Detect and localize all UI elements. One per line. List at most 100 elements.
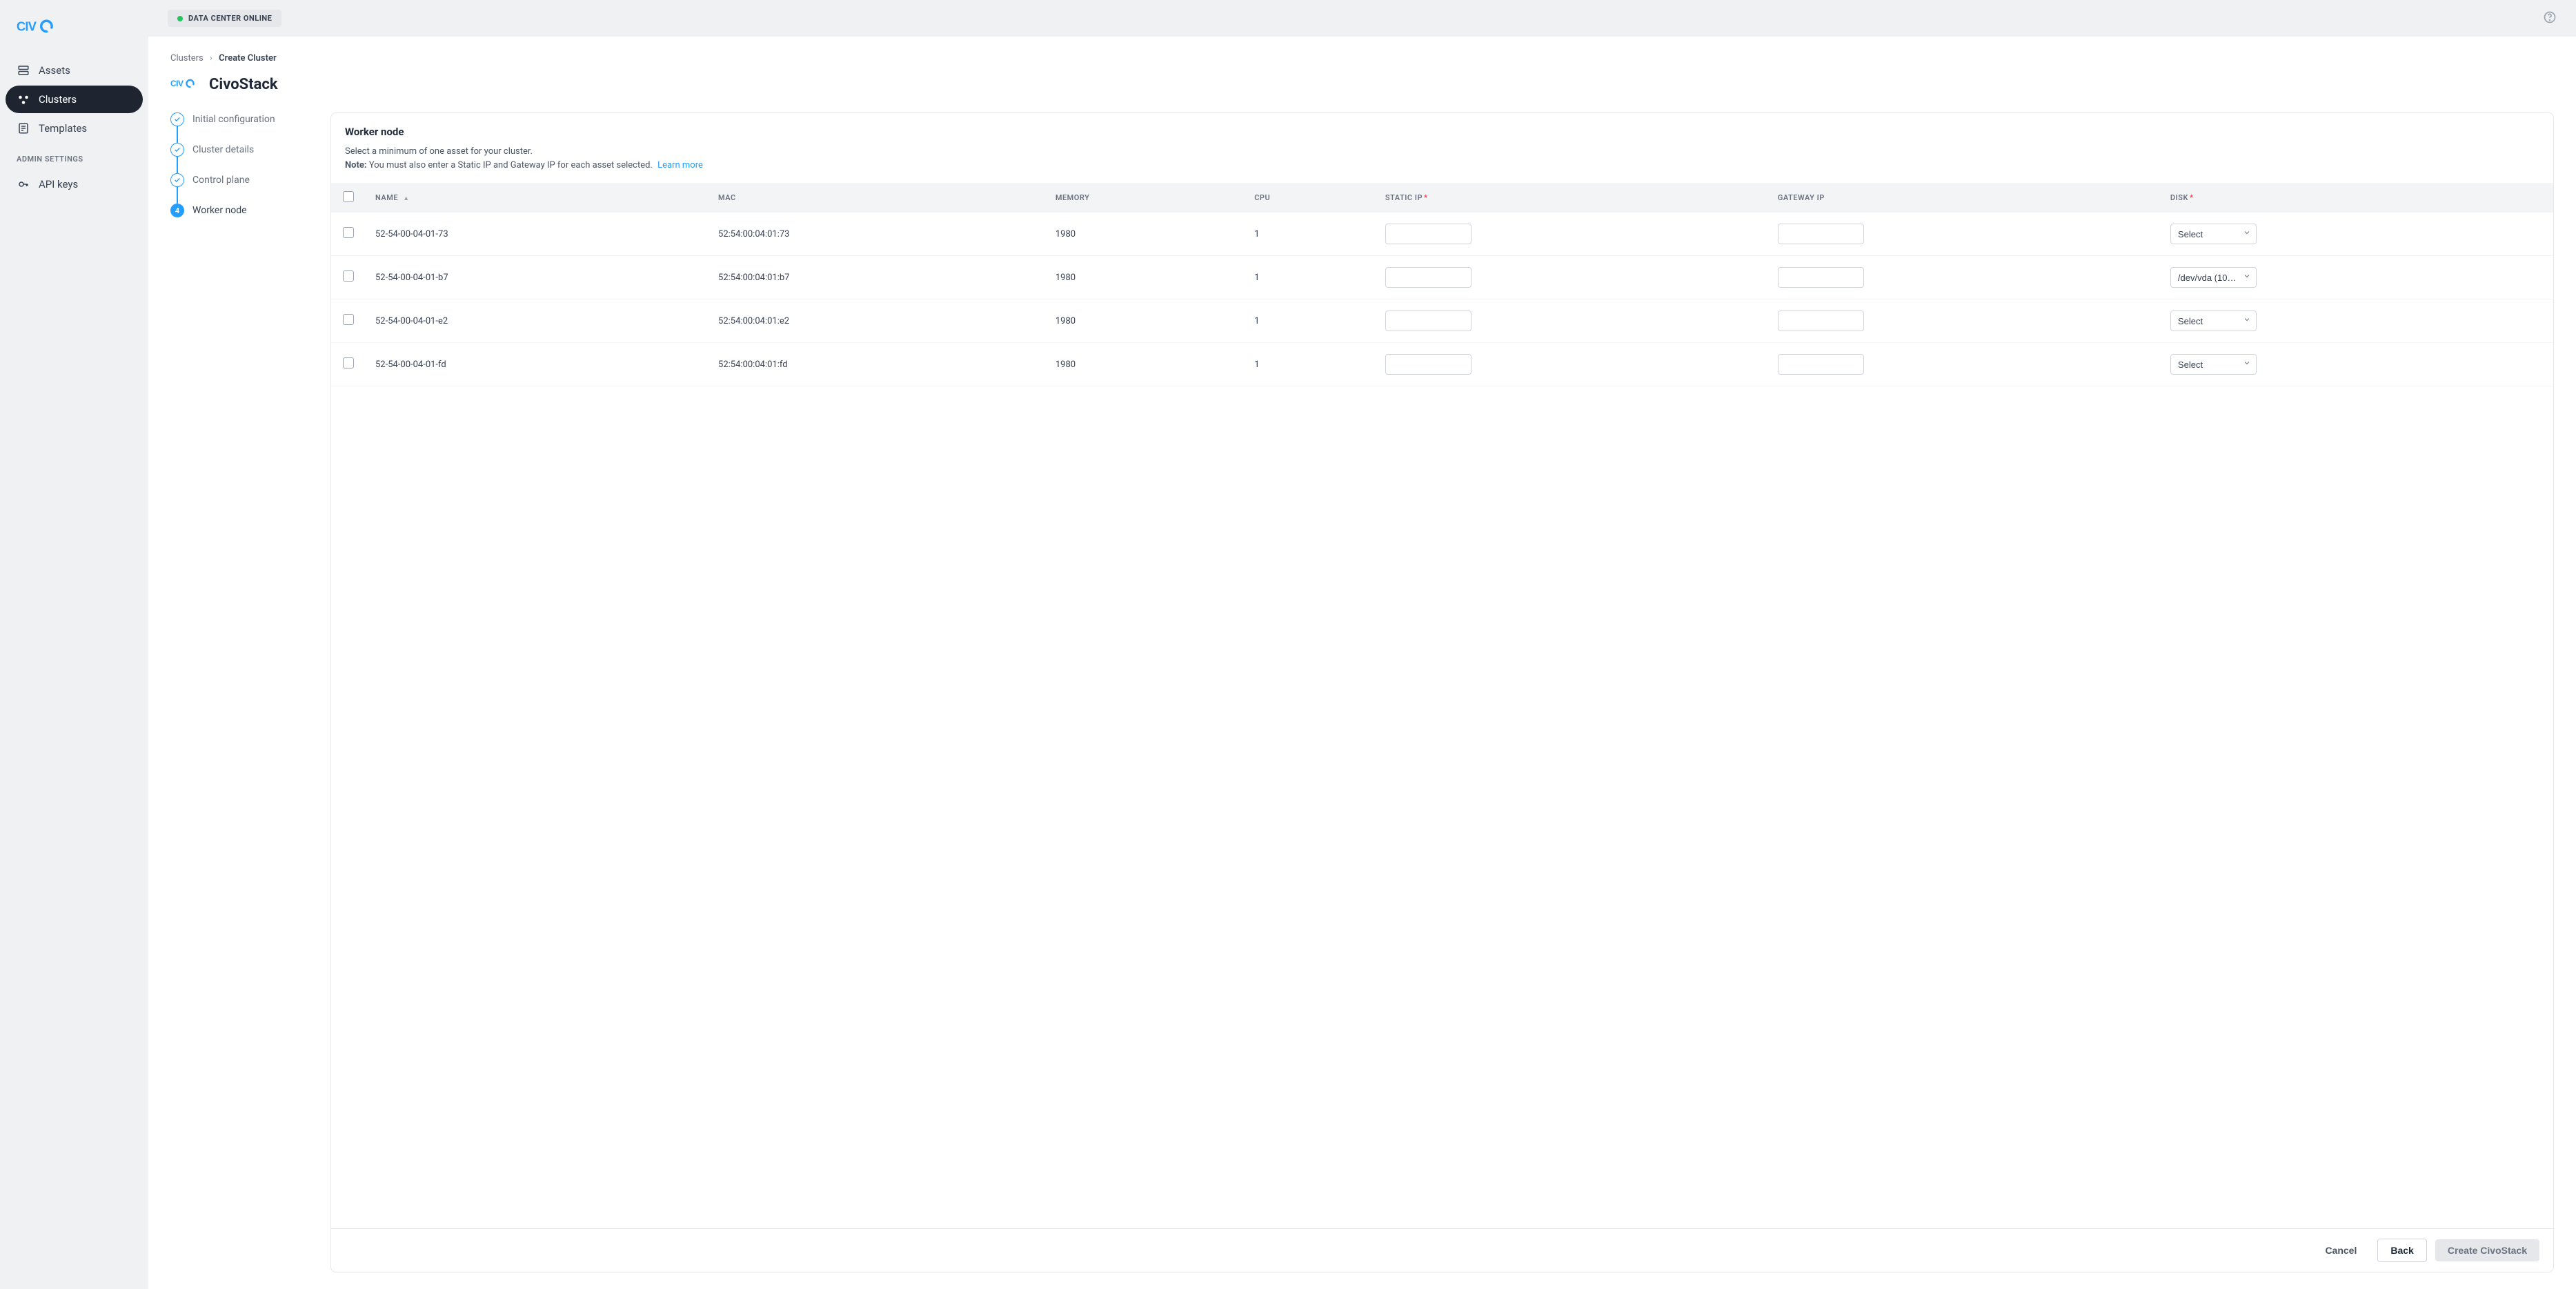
status-dot-icon: [177, 16, 183, 21]
step-connector: [177, 157, 178, 173]
worker-node-table: NAME ▲ MAC MEMORY CPU STATIC IP* GATEWAY…: [331, 183, 2553, 386]
panel-desc-line2: You must also enter a Static IP and Gate…: [369, 160, 653, 170]
table-row: 52-54-00-04-01-b7 52:54:00:04:01:b7 1980…: [331, 256, 2553, 299]
breadcrumb-current: Create Cluster: [219, 53, 276, 63]
sidebar-item-clusters[interactable]: Clusters: [6, 86, 143, 113]
admin-settings-label: ADMIN SETTINGS: [0, 144, 148, 169]
col-header-name[interactable]: NAME ▲: [366, 183, 709, 213]
panel: Worker node Select a minimum of one asse…: [330, 112, 2554, 1272]
key-icon: [17, 177, 30, 191]
step-control-plane[interactable]: Control plane: [170, 173, 308, 187]
cell-name: 52-54-00-04-01-fd: [366, 343, 709, 386]
templates-icon: [17, 121, 30, 135]
panel-title: Worker node: [345, 126, 2539, 138]
panel-footer: Cancel Back Create CivoStack: [331, 1228, 2553, 1272]
sidebar-item-label: API keys: [39, 178, 78, 190]
note-label: Note:: [345, 160, 367, 170]
step-connector: [177, 126, 178, 143]
page-title-row: CIV CivoStack: [170, 76, 2554, 93]
stepper: Initial configuration Cluster details: [170, 112, 308, 1272]
cell-cpu: 1: [1245, 299, 1376, 343]
required-star: *: [2190, 193, 2193, 202]
static-ip-input[interactable]: [1385, 224, 1472, 244]
back-button[interactable]: Back: [2377, 1239, 2426, 1262]
static-ip-input[interactable]: [1385, 354, 1472, 375]
sidebar-item-templates[interactable]: Templates: [6, 115, 143, 142]
cancel-button[interactable]: Cancel: [2312, 1239, 2369, 1261]
step-check-icon: [170, 112, 184, 126]
create-civostack-button[interactable]: Create CivoStack: [2435, 1239, 2539, 1261]
col-header-mac[interactable]: MAC: [709, 183, 1046, 213]
required-star: *: [1424, 193, 1427, 202]
col-header-gateway-ip: GATEWAY IP: [1768, 183, 2161, 213]
content: Clusters › Create Cluster CIV CivoStack: [148, 37, 2576, 1289]
col-header-disk: DISK*: [2161, 183, 2553, 213]
step-connector: [177, 187, 178, 204]
sidebar-item-api-keys[interactable]: API keys: [6, 170, 143, 198]
cell-memory: 1980: [1046, 343, 1245, 386]
panel-header: Worker node Select a minimum of one asse…: [331, 113, 2553, 183]
step-label: Control plane: [192, 173, 250, 187]
cell-cpu: 1: [1245, 256, 1376, 299]
civo-mark-icon: CIV: [170, 77, 202, 92]
disk-select[interactable]: Select: [2170, 354, 2257, 375]
cell-name: 52-54-00-04-01-b7: [366, 256, 709, 299]
cell-mac: 52:54:00:04:01:fd: [709, 343, 1046, 386]
cell-memory: 1980: [1046, 213, 1245, 256]
step-label: Worker node: [192, 204, 247, 217]
gateway-ip-input[interactable]: [1778, 311, 1864, 331]
status-text: DATA CENTER ONLINE: [188, 14, 272, 23]
cell-mac: 52:54:00:04:01:b7: [709, 256, 1046, 299]
col-header-cpu[interactable]: CPU: [1245, 183, 1376, 213]
step-label: Initial configuration: [192, 112, 275, 126]
static-ip-input[interactable]: [1385, 311, 1472, 331]
sidebar-item-label: Clusters: [39, 93, 77, 106]
row-checkbox[interactable]: [343, 270, 354, 282]
disk-select[interactable]: /dev/vda (10G): [2170, 267, 2257, 288]
cell-mac: 52:54:00:04:01:73: [709, 213, 1046, 256]
gateway-ip-input[interactable]: [1778, 224, 1864, 244]
cell-name: 52-54-00-04-01-e2: [366, 299, 709, 343]
step-check-icon: [170, 173, 184, 187]
step-initial-configuration[interactable]: Initial configuration: [170, 112, 308, 126]
sidebar-item-label: Assets: [39, 64, 70, 77]
learn-more-link[interactable]: Learn more: [657, 160, 703, 170]
step-cluster-details[interactable]: Cluster details: [170, 143, 308, 157]
cell-memory: 1980: [1046, 256, 1245, 299]
sidebar-item-assets[interactable]: Assets: [6, 57, 143, 84]
breadcrumb-link[interactable]: Clusters: [170, 53, 204, 63]
row-checkbox[interactable]: [343, 357, 354, 368]
disk-select[interactable]: Select: [2170, 224, 2257, 244]
static-ip-input[interactable]: [1385, 267, 1472, 288]
page-title: CivoStack: [209, 76, 278, 93]
svg-text:CIV: CIV: [17, 19, 37, 33]
help-icon[interactable]: [2543, 10, 2557, 27]
logo: CIV: [0, 11, 148, 55]
table-row: 52-54-00-04-01-fd 52:54:00:04:01:fd 1980…: [331, 343, 2553, 386]
panel-description: Select a minimum of one asset for your c…: [345, 145, 2539, 172]
row-checkbox[interactable]: [343, 227, 354, 238]
topbar: DATA CENTER ONLINE: [148, 0, 2576, 37]
step-number-icon: 4: [170, 204, 184, 217]
select-all-checkbox[interactable]: [343, 191, 354, 202]
panel-desc-line1: Select a minimum of one asset for your c…: [345, 146, 533, 157]
disk-select[interactable]: Select: [2170, 311, 2257, 331]
cell-mac: 52:54:00:04:01:e2: [709, 299, 1046, 343]
col-header-select: [331, 183, 366, 213]
server-icon: [17, 63, 30, 77]
sidebar: CIV Assets Clusters Templates ADMIN SETT…: [0, 0, 148, 1289]
row-checkbox[interactable]: [343, 314, 354, 325]
col-header-memory[interactable]: MEMORY: [1046, 183, 1245, 213]
cell-cpu: 1: [1245, 343, 1376, 386]
cell-name: 52-54-00-04-01-73: [366, 213, 709, 256]
clusters-icon: [17, 92, 30, 106]
step-worker-node[interactable]: 4 Worker node: [170, 204, 308, 217]
main: DATA CENTER ONLINE Clusters › Create Clu…: [148, 0, 2576, 1289]
sort-caret-icon: ▲: [403, 195, 409, 202]
gateway-ip-input[interactable]: [1778, 354, 1864, 375]
col-header-static-ip: STATIC IP*: [1376, 183, 1768, 213]
status-pill: DATA CENTER ONLINE: [168, 10, 281, 27]
step-check-icon: [170, 143, 184, 157]
breadcrumb: Clusters › Create Cluster: [170, 53, 2554, 63]
gateway-ip-input[interactable]: [1778, 267, 1864, 288]
